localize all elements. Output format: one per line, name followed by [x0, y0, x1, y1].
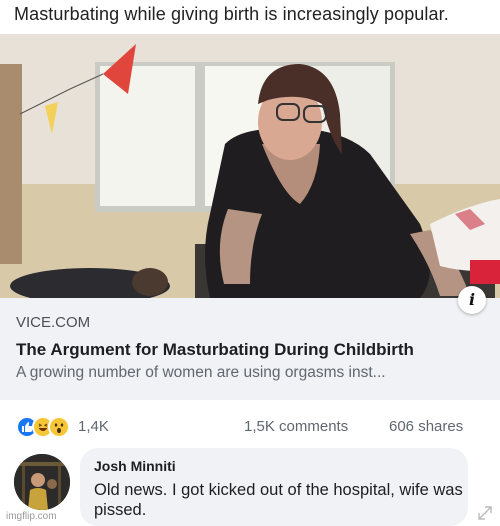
shares-count[interactable]: 606 shares	[389, 418, 463, 435]
caption-text: Masturbating while giving birth is incre…	[14, 4, 449, 24]
info-icon[interactable]: i	[458, 286, 486, 314]
reaction-bar: 1,4K 1,5K comments 606 shares	[0, 404, 500, 444]
comment-bubble: Josh Minniti Old news. I got kicked out …	[80, 448, 468, 526]
wow-icon	[48, 416, 70, 438]
expand-icon[interactable]	[476, 504, 494, 522]
link-description: A growing number of women are using orga…	[16, 364, 386, 381]
link-preview-card[interactable]: i VICE.COM The Argument for Masturbating…	[0, 286, 500, 400]
post-photo[interactable]	[0, 34, 500, 298]
link-headline[interactable]: The Argument for Masturbating During Chi…	[16, 340, 414, 360]
comments-count[interactable]: 1,5K comments	[244, 418, 348, 435]
avatar[interactable]	[14, 454, 70, 510]
avatar-image	[14, 454, 70, 510]
reaction-count[interactable]: 1,4K	[78, 418, 109, 435]
comment-item: Josh Minniti Old news. I got kicked out …	[0, 444, 500, 526]
link-source: VICE.COM	[16, 314, 91, 331]
meme-caption: Masturbating while giving birth is incre…	[0, 0, 500, 32]
comment-text: Old news. I got kicked out of the hospit…	[94, 481, 463, 519]
photo-illustration	[0, 34, 500, 298]
watermark: imgflip.com	[6, 511, 57, 522]
comment-author[interactable]: Josh Minniti	[94, 458, 176, 474]
